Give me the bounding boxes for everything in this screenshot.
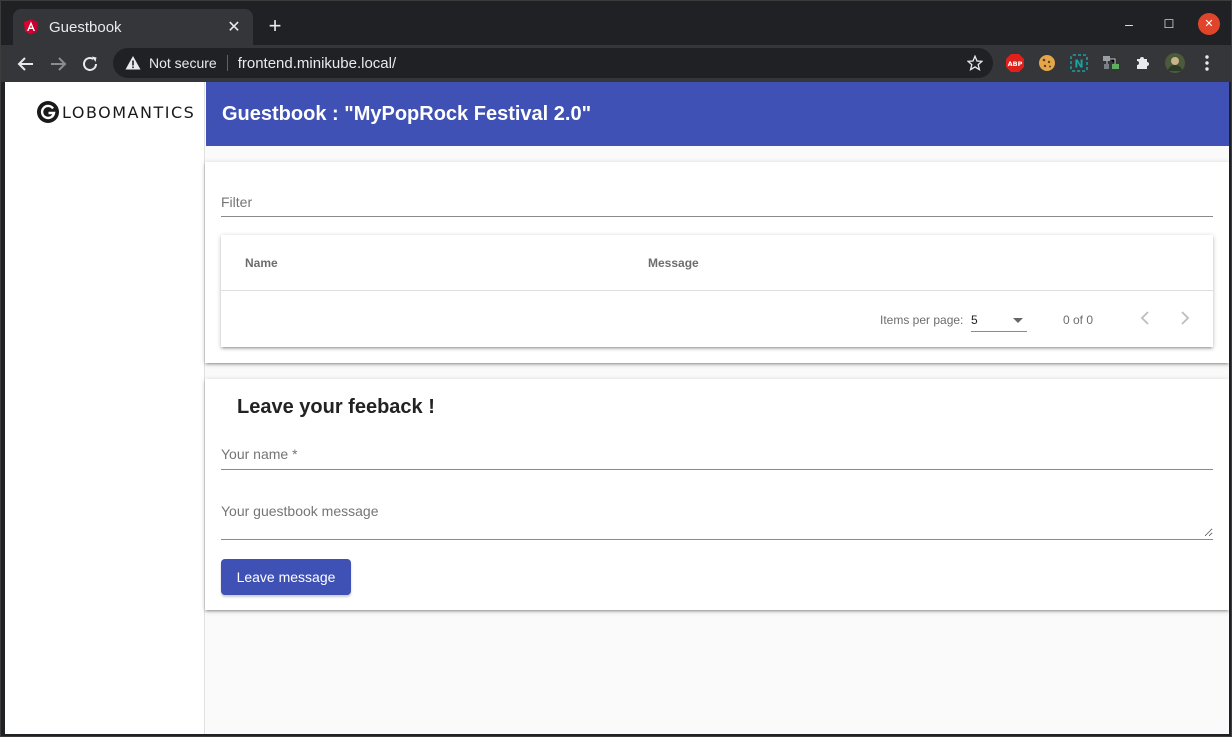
adblock-plus-icon[interactable]: ABP [1005, 53, 1025, 73]
puzzle-icon[interactable] [1133, 53, 1153, 73]
form-title: Leave your feeback ! [237, 396, 435, 418]
column-header-message[interactable]: Message [648, 256, 699, 270]
chevron-left-icon [1140, 311, 1149, 325]
column-header-name[interactable]: Name [245, 256, 278, 270]
previous-page-button[interactable] [1133, 306, 1157, 330]
logo-text: LOBOMANTICS [62, 102, 196, 122]
feedback-form-card: Leave your feeback ! Leave message [205, 379, 1229, 610]
warning-icon[interactable] [125, 55, 141, 71]
new-tab-button[interactable]: + [263, 15, 287, 39]
page-range-label: 0 of 0 [1063, 313, 1094, 327]
n-extension-icon[interactable]: N [1069, 53, 1089, 73]
maximize-button[interactable]: ☐ [1158, 13, 1180, 35]
next-page-button[interactable] [1173, 306, 1197, 330]
table-header-row: Name Message [221, 235, 1213, 291]
bookmark-star-icon[interactable] [965, 53, 985, 73]
angular-favicon-icon [23, 19, 39, 35]
svg-text:ABP: ABP [1008, 60, 1023, 68]
leave-message-button[interactable]: Leave message [221, 559, 351, 595]
profile-avatar-icon[interactable] [1165, 53, 1185, 73]
tab-title: Guestbook [49, 18, 122, 36]
items-per-page-label: Items per page: [880, 313, 964, 327]
minimize-button[interactable]: – [1118, 13, 1140, 35]
dropdown-arrow-icon [1013, 318, 1023, 323]
reload-icon[interactable] [77, 51, 103, 77]
globomantics-logo: LOBOMANTICS [36, 100, 195, 124]
tab-guestbook[interactable]: Guestbook ✕ [13, 9, 253, 45]
entries-card: Name Message Items per page: 5 0 of 0 [205, 162, 1229, 363]
network-extension-icon[interactable] [1101, 53, 1121, 73]
url-text[interactable]: frontend.minikube.local/ [238, 55, 965, 72]
chevron-right-icon [1181, 311, 1190, 325]
back-icon[interactable] [13, 51, 39, 77]
browser-toolbar: Not secure frontend.minikube.local/ ABP … [1, 45, 1231, 82]
name-field[interactable] [221, 446, 1213, 470]
globomantics-g-icon [37, 101, 59, 123]
forward-icon[interactable] [45, 51, 71, 77]
page-title: Guestbook : "MyPopRock Festival 2.0" [222, 102, 592, 125]
entries-table: Name Message Items per page: 5 0 of 0 [221, 235, 1213, 347]
address-bar[interactable]: Not secure frontend.minikube.local/ [113, 48, 993, 78]
cookie-icon[interactable] [1037, 53, 1057, 73]
menu-kebab-icon[interactable] [1197, 53, 1217, 73]
omnibox-divider [226, 55, 228, 71]
filter-input[interactable] [221, 194, 1213, 210]
browser-window: Guestbook ✕ + – ☐ ✕ Not secure frontend.… [0, 0, 1232, 737]
page-size-value: 5 [971, 313, 978, 327]
tab-strip: Guestbook ✕ + – ☐ ✕ [1, 1, 1231, 45]
paginator: Items per page: 5 0 of 0 [221, 292, 1213, 347]
sidenav: LOBOMANTICS [5, 82, 205, 734]
app-header: Guestbook : "MyPopRock Festival 2.0" [206, 82, 1229, 146]
message-textarea[interactable] [221, 503, 1213, 537]
name-input[interactable] [221, 446, 1213, 462]
page-size-select[interactable]: 5 [971, 308, 1027, 332]
svg-text:N: N [1074, 58, 1083, 71]
filter-field[interactable] [221, 194, 1213, 217]
tab-close-icon[interactable]: ✕ [225, 17, 243, 37]
security-label[interactable]: Not secure [149, 55, 217, 71]
message-field[interactable] [221, 503, 1213, 540]
close-window-button[interactable]: ✕ [1198, 13, 1220, 35]
page-viewport: LOBOMANTICS Guestbook : "MyPopRock Festi… [5, 82, 1229, 734]
